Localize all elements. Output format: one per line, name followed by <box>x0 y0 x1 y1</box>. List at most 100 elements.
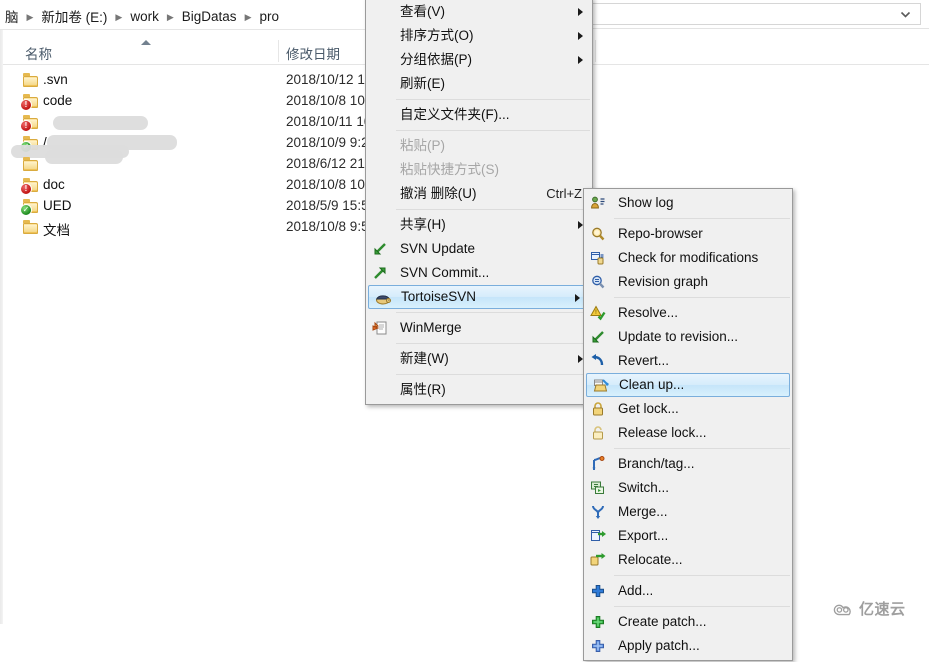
tortoisesvn-icon <box>375 290 391 306</box>
breadcrumb-item-4[interactable]: BigDatas <box>179 9 240 24</box>
submenu-arrow-icon <box>578 56 583 64</box>
submenu-item-clean-up[interactable]: Clean up... <box>586 373 790 397</box>
menu-separator <box>396 374 590 375</box>
breadcrumb-item-1[interactable]: 脑 <box>2 6 22 26</box>
repo-browser-icon <box>590 226 606 242</box>
chevron-down-icon[interactable] <box>899 8 912 21</box>
submenu-item-check-for-modifications[interactable]: Check for modifications <box>584 246 792 270</box>
redacted-name <box>45 150 123 164</box>
submenu-item-update-to-revision[interactable]: Update to revision... <box>584 325 792 349</box>
column-header-name[interactable]: 名称 <box>25 43 52 63</box>
menu-item-撤消-删除-u[interactable]: 撤消 删除(U) Ctrl+Z <box>366 182 592 206</box>
menu-item-label: SVN Commit... <box>400 265 490 280</box>
redacted-name <box>53 116 148 130</box>
breadcrumb[interactable]: 脑 ▶ 新加卷 (E:) ▶ work ▶ BigDatas ▶ pro <box>2 6 282 26</box>
menu-item-label: Merge... <box>618 504 668 519</box>
menu-item-label: Revision graph <box>618 274 709 289</box>
branch-tag-icon <box>590 456 606 472</box>
menu-separator <box>396 99 590 100</box>
column-header-date[interactable]: 修改日期 <box>286 43 340 63</box>
menu-item-label: Resolve... <box>618 305 679 320</box>
menu-item-排序方式-o[interactable]: 排序方式(O) <box>366 24 592 48</box>
menu-item-查看-v[interactable]: 查看(V) <box>366 0 592 24</box>
folder-icon: ✓ <box>21 199 39 215</box>
menu-separator <box>396 312 590 313</box>
submenu-item-merge[interactable]: Merge... <box>584 500 792 524</box>
menu-item-共享-h[interactable]: 共享(H) <box>366 213 592 237</box>
resolve-icon: ! <box>590 305 606 321</box>
submenu-item-branch-tag[interactable]: Branch/tag... <box>584 452 792 476</box>
column-divider[interactable] <box>595 40 596 62</box>
check-mods-icon <box>590 250 606 266</box>
relocate-icon <box>590 552 606 568</box>
tortoisesvn-submenu[interactable]: Show log Repo-browser Check for modificati… <box>583 188 793 661</box>
svn-commit-icon <box>372 265 388 281</box>
menu-item-label: 粘贴快捷方式(S) <box>400 162 499 177</box>
file-modified-date: 2018/10/12 14 <box>286 72 373 87</box>
menu-item-label: Switch... <box>618 480 670 495</box>
submenu-item-relocate[interactable]: Relocate... <box>584 548 792 572</box>
submenu-item-switch[interactable]: Switch... <box>584 476 792 500</box>
menu-item-label: Branch/tag... <box>618 456 695 471</box>
breadcrumb-separator: ▶ <box>166 11 174 22</box>
menu-item-分组依据-p[interactable]: 分组依据(P) <box>366 48 592 72</box>
menu-separator <box>396 130 590 131</box>
menu-item-label: Get lock... <box>618 401 679 416</box>
menu-item-winmerge[interactable]: WinMerge <box>366 316 592 340</box>
submenu-item-revision-graph[interactable]: Revision graph <box>584 270 792 294</box>
file-name: doc <box>43 177 65 192</box>
menu-item-新建-w[interactable]: 新建(W) <box>366 347 592 371</box>
menu-item-tortoisesvn[interactable]: TortoiseSVN <box>368 285 590 309</box>
submenu-item-show-log[interactable]: Show log <box>584 191 792 215</box>
file-name: 文档 <box>43 223 70 238</box>
switch-icon <box>590 480 606 496</box>
file-modified-date: 2018/10/8 10: <box>286 93 369 108</box>
submenu-item-add[interactable]: Add... <box>584 579 792 603</box>
menu-item-label: TortoiseSVN <box>401 289 477 304</box>
show-log-icon <box>590 195 606 211</box>
menu-item-label: SVN Update <box>400 241 476 256</box>
cloud-icon <box>833 604 851 615</box>
menu-item-label: Show log <box>618 195 674 210</box>
file-modified-date: 2018/10/9 9:2 <box>286 135 369 150</box>
menu-item-label: Add... <box>618 583 654 598</box>
submenu-arrow-icon <box>578 32 583 40</box>
submenu-item-create-patch[interactable]: Create patch... <box>584 610 792 634</box>
menu-item-svn-update[interactable]: SVN Update <box>366 237 592 261</box>
submenu-item-revert[interactable]: Revert... <box>584 349 792 373</box>
submenu-item-apply-patch[interactable]: Apply patch... <box>584 634 792 658</box>
menu-separator <box>396 209 590 210</box>
folder-icon <box>23 220 39 235</box>
add-icon <box>590 583 606 599</box>
breadcrumb-item-2[interactable]: 新加卷 (E:) <box>38 6 110 26</box>
menu-item-svn-commit[interactable]: SVN Commit... <box>366 261 592 285</box>
column-divider[interactable] <box>278 40 279 62</box>
menu-separator <box>396 343 590 344</box>
svn-normal-overlay-icon: ✓ <box>21 205 31 215</box>
submenu-item-resolve[interactable]: ! Resolve... <box>584 301 792 325</box>
svn-modified-overlay-icon: ! <box>21 100 31 110</box>
menu-item-粘贴快捷方式-s: 粘贴快捷方式(S) <box>366 158 592 182</box>
file-name: UED <box>43 198 72 213</box>
file-explorer-window: 脑 ▶ 新加卷 (E:) ▶ work ▶ BigDatas ▶ pro 名称 修改日期 .sv… <box>0 0 929 661</box>
sort-ascending-indicator <box>141 40 151 45</box>
menu-item-属性-r[interactable]: 属性(R) <box>366 378 592 402</box>
menu-item-label: WinMerge <box>400 320 462 335</box>
menu-item-自定义文件夹-f[interactable]: 自定义文件夹(F)... <box>366 103 592 127</box>
file-modified-date: 2018/10/11 10 <box>286 114 372 129</box>
context-menu[interactable]: 查看(V) 排序方式(O) 分组依据(P) 刷新(E) 自定义文件夹(F)... 粘贴(P… <box>365 0 593 405</box>
submenu-item-release-lock[interactable]: Release lock... <box>584 421 792 445</box>
submenu-arrow-icon <box>578 8 583 16</box>
submenu-item-get-lock[interactable]: Get lock... <box>584 397 792 421</box>
address-bar-divider <box>583 28 929 29</box>
menu-item-刷新-e[interactable]: 刷新(E) <box>366 72 592 96</box>
menu-separator <box>614 606 790 607</box>
submenu-item-repo-browser[interactable]: Repo-browser <box>584 222 792 246</box>
file-modified-date: 2018/6/12 21: <box>286 156 369 171</box>
search-input[interactable] <box>583 3 921 25</box>
breadcrumb-item-3[interactable]: work <box>127 9 162 24</box>
menu-item-label: 刷新(E) <box>400 76 445 91</box>
folder-icon <box>23 157 39 172</box>
submenu-item-export[interactable]: Export... <box>584 524 792 548</box>
breadcrumb-item-5[interactable]: pro <box>256 9 282 24</box>
